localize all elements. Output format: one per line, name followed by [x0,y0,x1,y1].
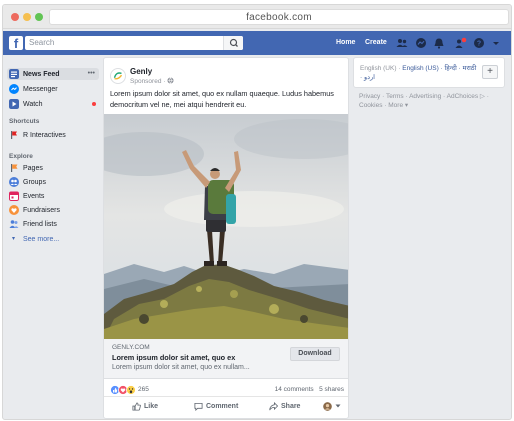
sidebar-item-watch[interactable]: Watch [9,99,101,111]
like-label: Like [144,403,159,410]
sidebar-item-news-feed[interactable]: News Feed ••• [7,68,99,80]
sponsored-text: Sponsored · [130,78,166,85]
link-preview[interactable]: GENLY.COM Lorem ipsum dolor sit amet, qu… [104,339,348,379]
shares-count[interactable]: 5 shares [319,386,344,393]
share-label: Share [281,403,301,410]
notification-dot [92,102,96,106]
help-icon[interactable]: ? [473,37,485,49]
messenger-icon[interactable] [415,37,427,49]
explore-heading: Explore [9,153,33,160]
search-input[interactable]: Search [25,36,243,50]
search-button[interactable] [223,36,243,50]
address-bar[interactable]: facebook.com [49,9,509,25]
comments-count[interactable]: 14 comments [275,386,314,393]
sidebar-item-fundraisers[interactable]: Fundraisers [9,205,101,217]
link-description: Lorem ipsum dolor sit amet, quo ex nulla… [112,364,250,371]
see-more-link[interactable]: ▾ See more... [9,234,101,246]
link-title[interactable]: Lorem ipsum dolor sit amet, quo ex [112,353,235,362]
sidebar-item-friend-lists[interactable]: Friend lists [9,219,101,231]
news-feed-icon [9,69,19,79]
sidebar-item-label: Pages [23,165,43,172]
share-button[interactable]: Share [269,400,300,414]
link-domain: GENLY.COM [112,344,150,351]
download-button[interactable]: Download [290,347,340,361]
reactions-count[interactable]: 265 [138,385,149,394]
create-link[interactable]: Create [365,38,387,48]
comments-shares-summary: 14 comments 5 shares [275,385,344,394]
groups-icon [9,177,19,187]
reaction-icons[interactable] [110,385,137,395]
current-language: English (UK) · [360,65,403,72]
comment-label: Comment [206,403,239,410]
post-text: Lorem ipsum dolor sit amet, quo ex nulla… [110,89,334,109]
sidebar-item-messenger[interactable]: Messenger [9,84,101,96]
sidebar-item-events[interactable]: Events [9,191,101,203]
sidebar-item-label: Messenger [23,86,58,93]
pages-flag-icon [11,164,18,172]
genly-avatar[interactable] [110,68,126,84]
messenger-icon [9,84,19,94]
sidebar-item-label: Fundraisers [23,207,60,214]
fundraisers-icon [9,205,19,215]
language-panel: English (UK) · English (US) · हिन्दी · म… [353,57,505,88]
add-language-button[interactable]: + [482,65,498,79]
shortcuts-heading: Shortcuts [9,118,40,125]
sidebar-item-pages[interactable]: Pages [9,163,101,175]
thumbs-up-icon [132,402,141,411]
sidebar-item-label: R Interactives [23,132,66,139]
account-menu-chevron-down-icon[interactable] [490,37,502,49]
browser-window: facebook.com f Search Home Create ? News… [2,4,512,420]
chevron-down-icon: ▾ [12,236,16,242]
see-more-label: See more... [23,236,60,243]
events-calendar-icon [9,191,19,201]
language-list: English (UK) · English (US) · हिन्दी · म… [360,64,478,82]
svg-text:?: ? [477,41,481,48]
comment-button[interactable]: Comment [194,400,238,414]
close-window-button[interactable] [11,13,19,21]
maximize-window-button[interactable] [35,13,43,21]
globe-icon [167,77,174,84]
home-link[interactable]: Home [336,38,355,48]
hiker-summit-photo[interactable] [104,114,349,339]
comment-bubble-icon [194,402,203,411]
friend-activity-icon[interactable] [455,37,467,49]
sidebar-item-label: Friend lists [23,221,57,228]
watch-icon [9,99,19,109]
share-arrow-icon [269,401,279,410]
profile-avatar-icon [323,401,332,411]
sidebar-item-label: Watch [23,101,43,108]
minimize-window-button[interactable] [23,13,31,21]
facebook-top-bar: f Search Home Create ? [3,31,511,55]
search-icon [229,38,238,47]
sidebar-item-groups[interactable]: Groups [9,177,101,189]
sponsored-post-card: Genly Sponsored · Lorem ipsum dolor sit … [103,57,349,419]
browser-chrome: facebook.com [3,5,511,29]
like-button[interactable]: Like [132,400,158,414]
sidebar-item-label: Events [23,193,45,200]
reactions-row: 265 14 comments 5 shares [104,383,348,397]
sidebar-item-label: Groups [23,179,46,186]
sponsored-label: Sponsored · [130,77,174,86]
more-options-icon[interactable]: ••• [88,69,95,78]
sidebar-item-label: News Feed [23,71,60,78]
notifications-bell-icon[interactable] [433,37,445,49]
friend-lists-icon [9,220,19,228]
flag-icon [11,131,17,139]
chevron-down-icon [335,404,341,408]
facebook-logo-icon[interactable]: f [9,36,23,50]
react-as-selector[interactable] [323,400,344,414]
page-name[interactable]: Genly [130,67,152,77]
sidebar-item-r-interactives[interactable]: R Interactives [9,130,101,142]
footer-links[interactable]: Privacy · Terms · Advertising · AdChoice… [359,92,507,110]
friend-requests-icon[interactable] [396,37,408,49]
search-placeholder: Search [29,38,55,47]
